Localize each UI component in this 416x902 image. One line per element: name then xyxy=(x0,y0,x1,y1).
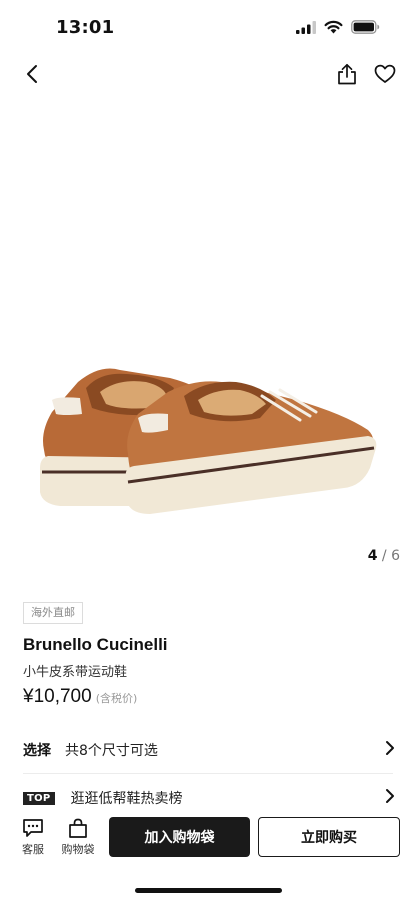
customer-service-label: 客服 xyxy=(22,843,44,856)
top-badge: TOP xyxy=(23,791,55,805)
price-row: ¥10,700 (含税价) xyxy=(23,686,137,708)
product-price: ¥10,700 xyxy=(23,686,92,707)
favorite-button[interactable] xyxy=(370,60,400,88)
chat-icon xyxy=(23,819,43,837)
image-counter-current: 4 xyxy=(367,548,378,564)
size-select-label: 选择 xyxy=(23,743,51,759)
tax-note: (含税价) xyxy=(95,692,138,705)
top-ranking-row[interactable]: TOP 逛逛低帮鞋热卖榜 xyxy=(23,780,395,816)
cellular-signal-icon xyxy=(296,20,316,34)
overseas-direct-tag: 海外直邮 xyxy=(23,602,83,624)
product-name: 小牛皮系带运动鞋 xyxy=(23,665,128,680)
chevron-left-icon xyxy=(27,65,37,83)
image-counter-total: 6 xyxy=(391,548,400,564)
status-icons xyxy=(296,20,380,34)
status-bar: 13:01 xyxy=(0,0,416,56)
share-icon xyxy=(338,63,356,85)
battery-icon xyxy=(351,20,380,34)
add-to-bag-button[interactable]: 加入购物袋 xyxy=(109,817,250,857)
size-select-row[interactable]: 选择 共8个尺寸可选 xyxy=(23,732,395,768)
shopping-bag-label: 购物袋 xyxy=(61,843,95,856)
heart-icon xyxy=(374,64,396,83)
wifi-icon xyxy=(324,20,343,34)
status-time: 13:01 xyxy=(56,17,115,38)
customer-service-button[interactable]: 客服 xyxy=(11,818,55,857)
home-indicator[interactable] xyxy=(135,888,282,893)
share-button[interactable] xyxy=(333,60,361,88)
buy-now-button[interactable]: 立即购买 xyxy=(258,817,400,857)
size-select-text: 共8个尺寸可选 xyxy=(65,743,158,759)
product-image[interactable] xyxy=(0,96,416,556)
back-button[interactable] xyxy=(18,60,46,88)
nav-bar xyxy=(0,56,416,92)
shopping-bag-icon xyxy=(69,818,87,838)
product-brand[interactable]: Brunello Cucinelli xyxy=(23,635,168,655)
image-counter: 4 / 6 xyxy=(368,548,400,564)
sneaker-front xyxy=(125,381,377,514)
chevron-right-icon xyxy=(386,789,394,803)
divider xyxy=(23,773,393,774)
chevron-right-icon xyxy=(386,741,394,755)
image-counter-separator: / xyxy=(381,548,387,564)
shopping-bag-button[interactable]: 购物袋 xyxy=(56,818,100,857)
bottom-action-bar: 客服 购物袋 加入购物袋 立即购买 xyxy=(0,814,416,866)
top-ranking-text: 逛逛低帮鞋热卖榜 xyxy=(70,791,183,807)
